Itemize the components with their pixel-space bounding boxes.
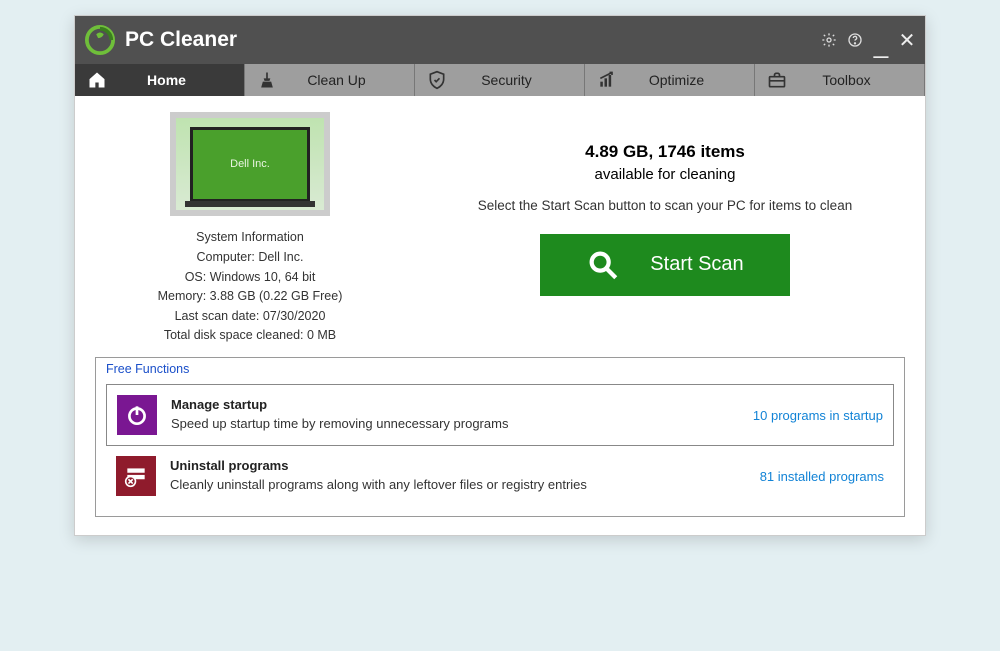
tab-toolbox[interactable]: Toolbox — [755, 64, 925, 96]
startup-count-link[interactable]: 10 programs in startup — [753, 408, 883, 423]
sysinfo-os: OS: Windows 10, 64 bit — [95, 268, 405, 287]
manage-startup-desc: Speed up startup time by removing unnece… — [171, 415, 739, 434]
uninstall-icon — [116, 456, 156, 496]
manage-startup-title: Manage startup — [171, 396, 739, 415]
scan-panel: 4.89 GB, 1746 items available for cleani… — [425, 112, 905, 345]
start-scan-button[interactable]: Start Scan — [540, 234, 790, 296]
uninstall-programs-desc: Cleanly uninstall programs along with an… — [170, 476, 746, 495]
computer-brand: Dell Inc. — [190, 127, 310, 202]
uninstall-programs-title: Uninstall programs — [170, 457, 746, 476]
sysinfo-lastscan: Last scan date: 07/30/2020 — [95, 307, 405, 326]
tab-optimize[interactable]: Optimize — [585, 64, 755, 96]
settings-icon[interactable] — [819, 30, 839, 50]
free-functions-section: Free Functions Manage startup Speed up s… — [95, 357, 905, 517]
window-controls: _ ✕ — [819, 30, 925, 50]
app-logo-icon — [85, 25, 115, 55]
sysinfo-memory: Memory: 3.88 GB (0.22 GB Free) — [95, 287, 405, 306]
free-functions-title: Free Functions — [106, 362, 894, 376]
help-icon[interactable] — [845, 30, 865, 50]
scan-instruction: Select the Start Scan button to scan you… — [425, 197, 905, 216]
computer-illustration: Dell Inc. — [170, 112, 330, 216]
tab-cleanup[interactable]: Clean Up — [245, 64, 415, 96]
power-icon — [117, 395, 157, 435]
uninstall-programs-row[interactable]: Uninstall programs Cleanly uninstall pro… — [106, 446, 894, 506]
sysinfo-computer: Computer: Dell Inc. — [95, 248, 405, 267]
manage-startup-text: Manage startup Speed up startup time by … — [171, 396, 739, 434]
close-button[interactable]: ✕ — [897, 30, 917, 50]
minimize-button[interactable]: _ — [871, 30, 891, 50]
system-info-panel: Dell Inc. System Information Computer: D… — [95, 112, 405, 345]
tab-home-label: Home — [125, 72, 232, 88]
start-scan-label: Start Scan — [650, 253, 743, 276]
sysinfo-header: System Information — [95, 228, 405, 247]
main-content: Dell Inc. System Information Computer: D… — [75, 96, 925, 357]
app-window: PC Cleaner _ ✕ Home Clean Up Security — [74, 15, 926, 536]
title-bar: PC Cleaner _ ✕ — [75, 16, 925, 64]
system-info-text: System Information Computer: Dell Inc. O… — [95, 228, 405, 345]
magnifier-icon — [586, 248, 620, 282]
tab-security[interactable]: Security — [415, 64, 585, 96]
tab-cleanup-label: Clean Up — [295, 72, 402, 88]
installed-count-link[interactable]: 81 installed programs — [760, 469, 884, 484]
summary-headline: 4.89 GB, 1746 items — [425, 142, 905, 162]
summary-subline: available for cleaning — [425, 166, 905, 183]
tab-security-label: Security — [465, 72, 572, 88]
uninstall-programs-text: Uninstall programs Cleanly uninstall pro… — [170, 457, 746, 495]
manage-startup-row[interactable]: Manage startup Speed up startup time by … — [106, 384, 894, 446]
tab-toolbox-label: Toolbox — [805, 72, 912, 88]
app-title: PC Cleaner — [125, 28, 237, 52]
tab-bar: Home Clean Up Security Optimize Toolbox — [75, 64, 925, 96]
sysinfo-diskspace: Total disk space cleaned: 0 MB — [95, 326, 405, 345]
tab-home[interactable]: Home — [75, 64, 245, 96]
tab-optimize-label: Optimize — [635, 72, 742, 88]
